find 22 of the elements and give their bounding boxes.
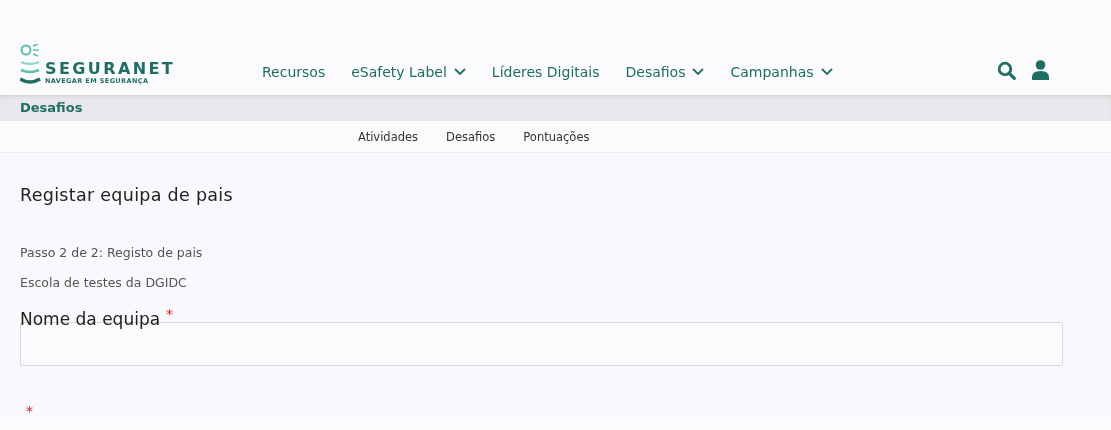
required-asterisk: * xyxy=(26,403,33,419)
subnav-link[interactable]: Desafios xyxy=(446,129,496,144)
nav-dropdown[interactable]: Desafios xyxy=(625,64,705,80)
subnav-link[interactable]: Atividades xyxy=(358,129,419,144)
section-title: Desafios xyxy=(20,100,83,115)
chevron-down-icon xyxy=(820,68,833,76)
school-text: Escola de testes da DGIDC xyxy=(20,274,188,292)
nav-link[interactable]: Líderes Digitais xyxy=(491,64,600,80)
logo-icon xyxy=(20,44,42,85)
form-title: Registar equipa de pais xyxy=(20,185,234,205)
chevron-down-icon xyxy=(692,68,705,76)
field-label: Nome da equipa xyxy=(20,309,161,329)
user-icon[interactable] xyxy=(1032,60,1049,80)
required-asterisk: * xyxy=(166,306,174,322)
step-text: Passo 2 de 2: Registo de pais xyxy=(20,244,204,262)
logo-name: SEGURANET xyxy=(45,60,176,77)
search-icon[interactable] xyxy=(997,60,1016,80)
nav-dropdown[interactable]: Campanhas xyxy=(730,64,833,80)
chevron-down-icon xyxy=(453,68,466,76)
nav-link[interactable]: Recursos xyxy=(262,64,326,80)
subnav-link[interactable]: Pontuações xyxy=(523,129,590,144)
nav-dropdown[interactable]: eSafety Label xyxy=(351,64,466,80)
